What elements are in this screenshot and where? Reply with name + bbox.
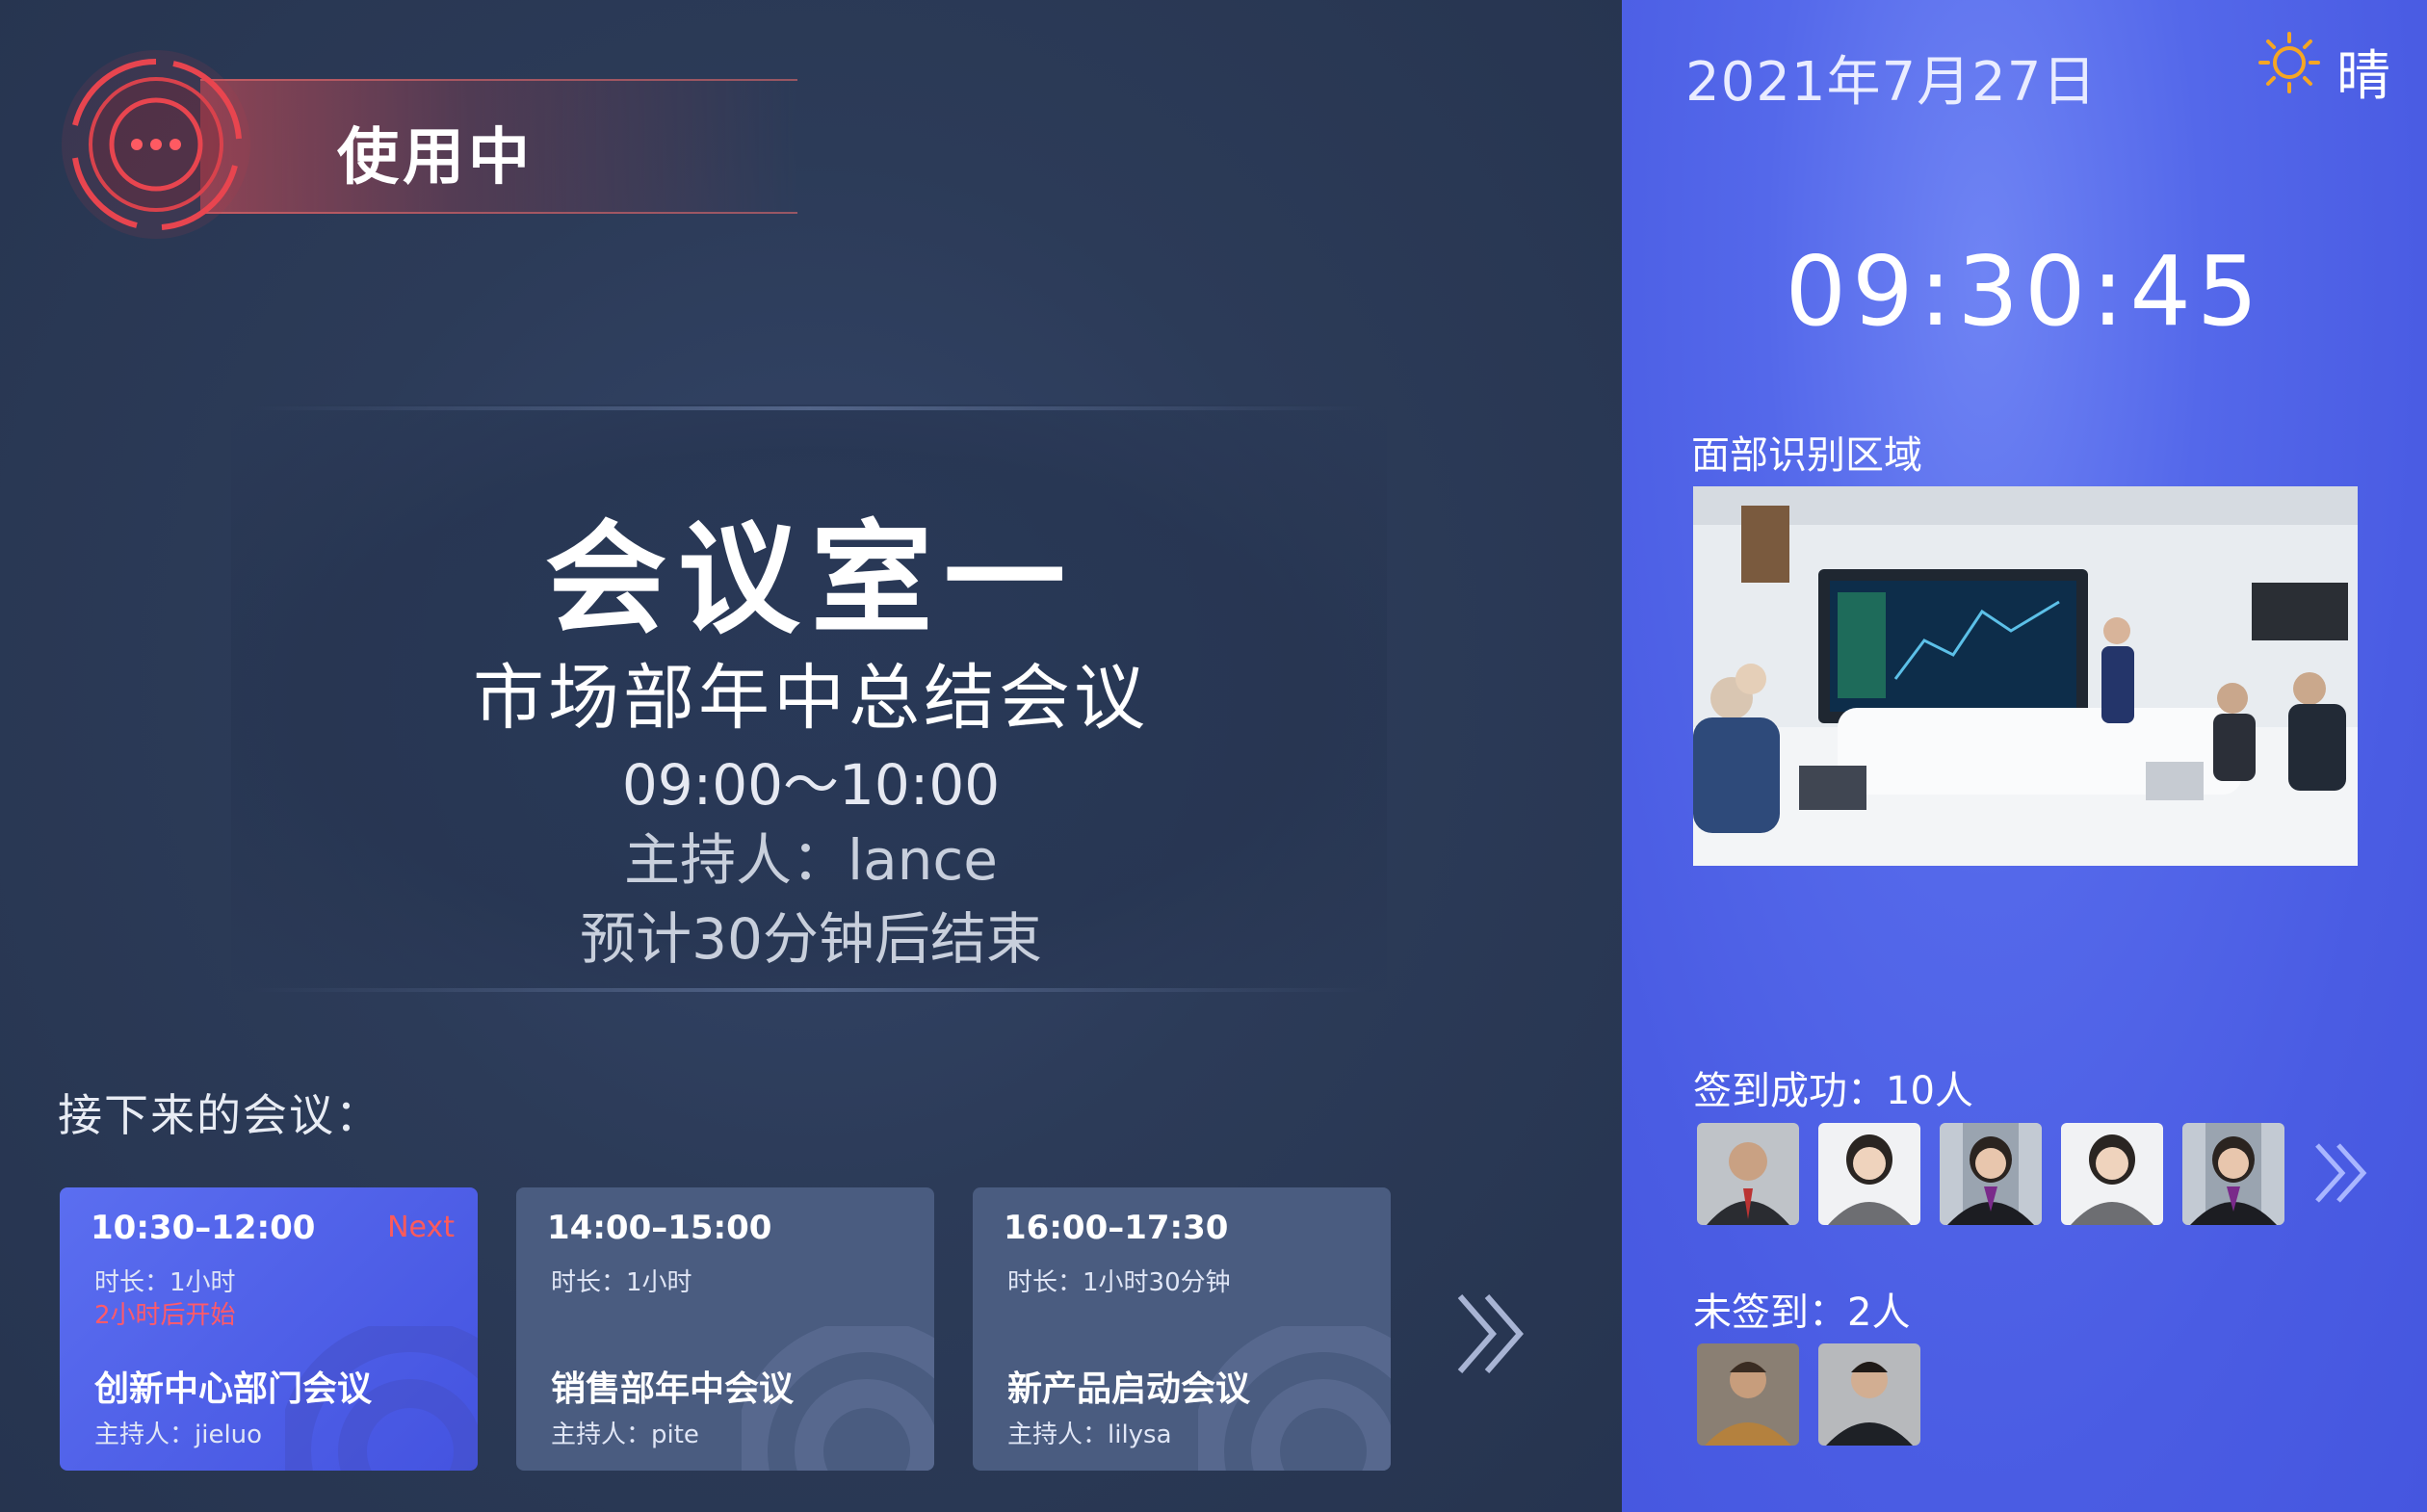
person-photo-icon: [2182, 1123, 2284, 1225]
avatar[interactable]: [1697, 1343, 1799, 1446]
avatar[interactable]: [1818, 1343, 1920, 1446]
divider-bottom: [250, 988, 1368, 992]
meeting-room-photo: [1693, 486, 2358, 866]
date-label: 2021年7月27日: [1685, 51, 2098, 114]
meeting-card-duration: 时长：1小时30分钟: [1007, 1268, 1231, 1297]
meeting-host: 主持人：lance: [624, 827, 998, 893]
avatar[interactable]: [2061, 1123, 2163, 1225]
meeting-card-time: 16:00–17:30: [1004, 1209, 1229, 1247]
sun-icon: [2258, 32, 2320, 93]
clock: 09:30:45: [1785, 235, 2264, 348]
meeting-card-time: 14:00–15:00: [547, 1209, 772, 1247]
meeting-card-host: 主持人：lilysa: [1007, 1421, 1172, 1449]
face-recognition-feed: [1693, 486, 2358, 866]
meeting-card-name: 销售部年中会议: [551, 1369, 795, 1409]
status-label: 使用中: [337, 122, 534, 194]
avatar[interactable]: [1818, 1123, 1920, 1225]
meeting-card-name: 新产品启动会议: [1007, 1369, 1251, 1409]
checked-in-count: 签到成功：10人: [1693, 1069, 1973, 1113]
meeting-end-hint: 预计30分钟后结束: [580, 906, 1042, 972]
person-photo-icon: [1818, 1343, 1920, 1446]
status-indicator: 使用中: [56, 39, 797, 250]
meeting-card-start-hint: 2小时后开始: [94, 1301, 236, 1330]
meeting-time: 09:00～10:00: [621, 752, 1001, 818]
double-chevron-right-icon[interactable]: [1454, 1290, 1531, 1377]
person-photo-icon: [1818, 1123, 1920, 1225]
meeting-card-host: 主持人：jieluo: [94, 1421, 263, 1449]
weather-label: 晴: [2336, 45, 2390, 108]
meeting-title: 市场部年中总结会议: [473, 657, 1149, 740]
avatar[interactable]: [1697, 1123, 1799, 1225]
not-checked-in-count: 未签到：2人: [1693, 1290, 1911, 1335]
double-chevron-right-icon[interactable]: [2313, 1141, 2375, 1205]
meeting-card[interactable]: 16:00–17:30 时长：1小时30分钟 新产品启动会议 主持人：lilys…: [973, 1187, 1391, 1471]
room-status-panel: 使用中 会议室一 市场部年中总结会议 09:00～10:00 主持人：lance…: [0, 0, 1622, 1512]
room-name: 会议室一: [545, 508, 1077, 650]
meeting-card-time: 10:30–12:00: [91, 1209, 316, 1247]
person-photo-icon: [1697, 1123, 1799, 1225]
meeting-card-name: 创新中心部门会议: [94, 1369, 373, 1409]
meeting-card-duration: 时长：1小时: [551, 1268, 692, 1297]
next-badge: Next: [387, 1211, 455, 1244]
person-photo-icon: [1940, 1123, 2042, 1225]
upcoming-label: 接下来的会议：: [58, 1089, 381, 1141]
avatar[interactable]: [2182, 1123, 2284, 1225]
meeting-card-duration: 时长：1小时: [94, 1268, 236, 1297]
avatar[interactable]: [1940, 1123, 2042, 1225]
meeting-card[interactable]: 10:30–12:00 Next 时长：1小时 2小时后开始 创新中心部门会议 …: [60, 1187, 478, 1471]
info-sidebar: 2021年7月27日 晴 09:30:45 面部识别区域 签到成功：10人 未签…: [1622, 0, 2427, 1512]
meeting-card-host: 主持人：pite: [551, 1421, 699, 1449]
face-recognition-label: 面部识别区域: [1691, 433, 1922, 478]
person-photo-icon: [1697, 1343, 1799, 1446]
meeting-card[interactable]: 14:00–15:00 时长：1小时 销售部年中会议 主持人：pite: [516, 1187, 934, 1471]
alert-ring-icon: [62, 50, 250, 239]
divider-top: [250, 406, 1368, 410]
person-photo-icon: [2061, 1123, 2163, 1225]
